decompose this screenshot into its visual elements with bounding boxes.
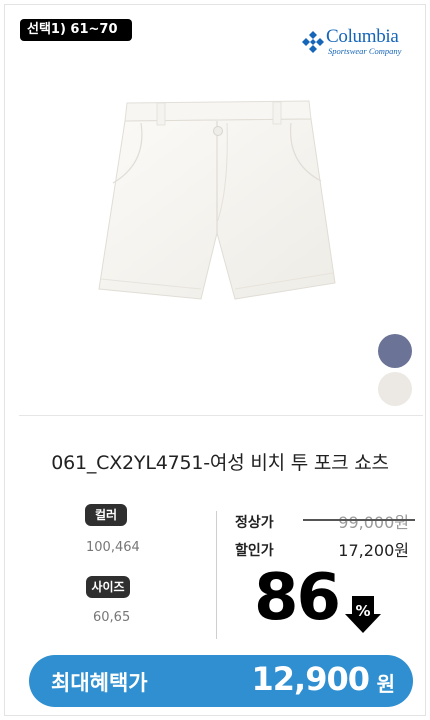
normal-price-label: 정상가 — [235, 515, 274, 531]
brand-subtitle: Sportswear Company — [328, 46, 402, 56]
sale-price-label: 할인가 — [235, 543, 274, 559]
currency-unit: 원 — [376, 672, 395, 696]
brand-name: Columbia — [326, 26, 399, 47]
white-shorts-image[interactable] — [77, 93, 357, 313]
normal-price: 99,000원 — [338, 513, 409, 532]
color-swatch-navy[interactable] — [378, 334, 412, 368]
size-values: 60,65 — [93, 610, 131, 625]
brand-logo: Columbia Sportswear Company — [299, 26, 415, 61]
columbia-diamond-icon — [302, 31, 324, 53]
max-benefit-label: 최대혜택가 — [51, 671, 148, 695]
selection-badge: 선택1) 61~70 — [20, 19, 132, 41]
percent-down-icon: % — [345, 596, 381, 633]
product-title[interactable]: 061_CX2YL4751-여성 비치 투 포크 쇼츠 — [5, 448, 430, 475]
divider — [19, 415, 423, 416]
max-benefit-price: 12,900 — [251, 660, 370, 698]
strikethrough-line — [303, 519, 415, 521]
color-label: 컬러 — [85, 504, 127, 526]
color-swatch-ivory[interactable] — [378, 372, 412, 406]
size-label: 사이즈 — [86, 576, 130, 598]
color-values: 100,464 — [86, 540, 140, 555]
max-benefit-button[interactable]: 최대혜택가 12,900 원 — [29, 655, 413, 707]
discount-rate: 86 — [254, 561, 341, 635]
product-card[interactable]: 선택1) 61~70 Columbia Sportswear Company 0… — [4, 4, 426, 716]
sale-price: 17,200원 — [338, 541, 409, 560]
vertical-divider — [216, 511, 217, 639]
svg-text:%: % — [355, 602, 370, 620]
